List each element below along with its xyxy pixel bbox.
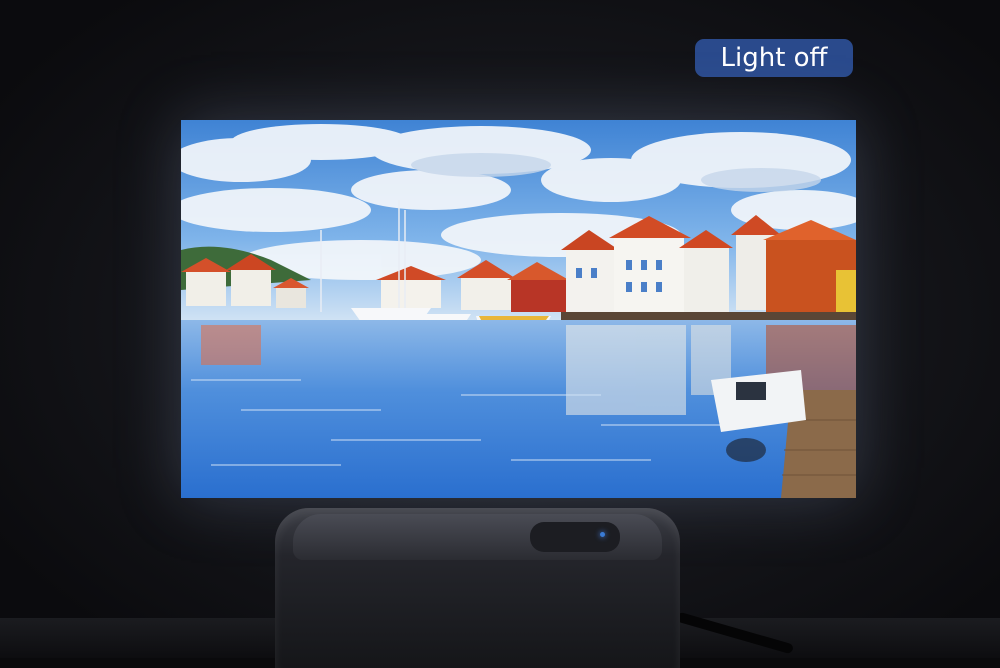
light-off-badge: Light off [695,39,853,77]
projection-screen [181,120,856,498]
projector-control-panel [530,522,620,552]
harbor-scene-image [181,120,856,498]
projector-led-icon [600,532,605,537]
projector-icon [275,508,680,668]
